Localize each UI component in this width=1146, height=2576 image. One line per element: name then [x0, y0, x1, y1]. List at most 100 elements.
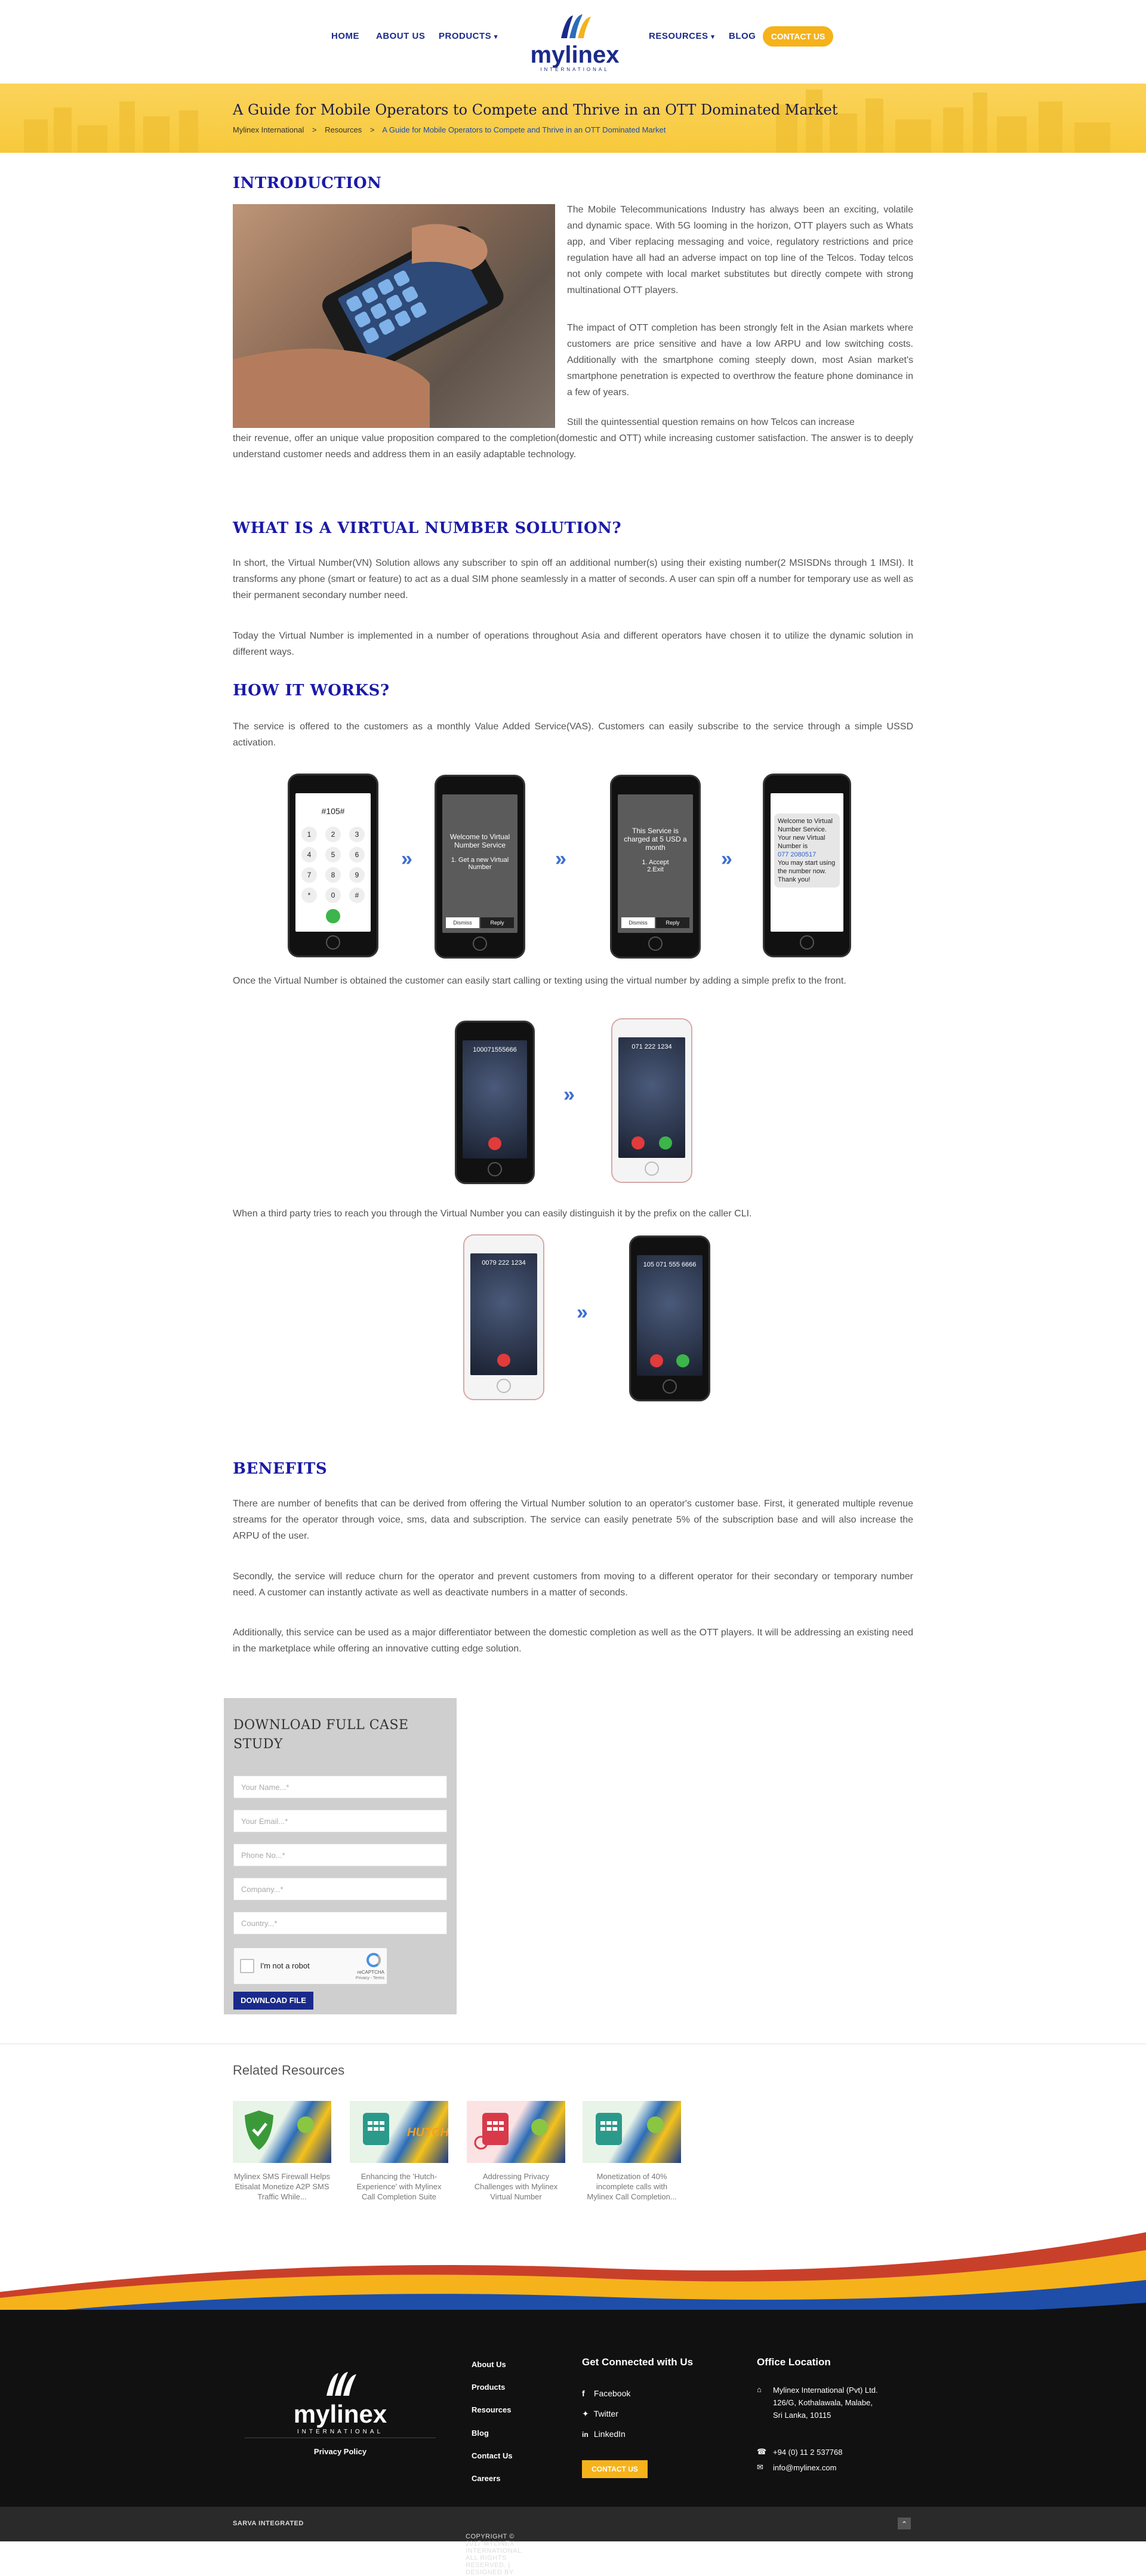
footer-contact-button[interactable]: CONTACT US — [582, 2460, 648, 2478]
reply-button[interactable]: Reply — [656, 917, 689, 928]
dial-key[interactable]: 2 — [325, 827, 341, 842]
dialer-screen: #105# 1 2 3 4 5 6 7 8 9 * 0 # — [295, 793, 371, 932]
dial-key[interactable]: 5 — [325, 847, 341, 862]
footer-link-careers[interactable]: Careers — [472, 2474, 500, 2483]
related-caption: Monetization of 40% incomplete calls wit… — [587, 2172, 677, 2201]
sms-virtual-number: 077 2080517 — [778, 851, 817, 858]
related-card[interactable]: Monetization of 40% incomplete calls wit… — [583, 2101, 681, 2202]
nav-home[interactable]: HOME — [331, 31, 359, 41]
recaptcha-terms[interactable]: Privacy - Terms — [356, 1976, 384, 1980]
dismiss-button[interactable]: Dismiss — [446, 917, 479, 928]
end-call-icon[interactable] — [488, 1137, 501, 1150]
ussd-actions: Dismiss Reply — [446, 917, 514, 928]
call-number: 105 071 555 6666 — [643, 1261, 697, 1268]
phone-ussd-welcome: Welcome to Virtual Number Service 1. Get… — [435, 775, 525, 959]
office-heading: Office Location — [757, 2356, 831, 2368]
dial-key[interactable]: 9 — [349, 867, 365, 883]
social-twitter[interactable]: ✦ Twitter — [582, 2409, 618, 2419]
home-icon: ⌂ — [757, 2385, 762, 2394]
nav-resources[interactable]: RESOURCES ▾ — [649, 31, 714, 41]
facebook-icon: f — [582, 2389, 585, 2398]
office-phone[interactable]: +94 (0) 11 2 537768 — [773, 2446, 843, 2458]
office-address: Mylinex International (Pvt) Ltd. 126/G, … — [773, 2386, 878, 2420]
related-resources-heading: Related Resources — [233, 2063, 345, 2078]
privacy-policy-link[interactable]: Privacy Policy — [245, 2447, 436, 2456]
dial-key[interactable]: 6 — [349, 847, 365, 862]
email-field[interactable]: Your Email...* — [233, 1810, 447, 1832]
copyright-text: COPYRIGHT © 2017 MYLINEX INTERNATIONAL. … — [233, 2520, 524, 2576]
how-paragraph-1: The service is offered to the customers … — [233, 722, 913, 748]
footer-logo[interactable]: mylinex INTERNATIONAL — [245, 2368, 436, 2435]
ussd-message: Welcome to Virtual Number Service — [449, 833, 510, 849]
related-thumbnail — [583, 2101, 681, 2163]
dial-key[interactable]: 8 — [325, 867, 341, 883]
ussd-message: This Service is charged at 5 USD a month — [624, 827, 687, 852]
phone-field[interactable]: Phone No...* — [233, 1844, 447, 1866]
nav-about[interactable]: ABOUT US — [376, 31, 425, 41]
nav-blog[interactable]: BLOG — [729, 31, 756, 41]
how-paragraph-3: When a third party tries to reach you th… — [233, 1209, 752, 1219]
accept-call-icon[interactable] — [676, 1354, 689, 1367]
related-thumbnail — [233, 2101, 331, 2163]
ussd-screen: This Service is charged at 5 USD a month… — [618, 794, 693, 933]
dial-key[interactable]: 0 — [325, 888, 341, 903]
footer-logo-subtext: INTERNATIONAL — [297, 2429, 384, 2435]
dismiss-button[interactable]: Dismiss — [621, 917, 655, 928]
site-logo[interactable]: mylinex INTERNATIONAL — [530, 8, 620, 72]
related-caption: Mylinex SMS Firewall Helps Etisalat Mone… — [233, 2172, 331, 2201]
dial-key[interactable]: 1 — [301, 827, 317, 842]
phone-sms-confirmation: Welcome to Virtual Number Service. Your … — [763, 774, 851, 957]
form-title: DOWNLOAD FULL CASE STUDY — [233, 1718, 409, 1752]
breadcrumb-resources[interactable]: Resources — [325, 125, 362, 134]
footer-link-blog[interactable]: Blog — [472, 2429, 489, 2438]
dial-key[interactable]: # — [349, 888, 365, 903]
vn-paragraph-2: Today the Virtual Number is implemented … — [233, 631, 913, 657]
logo-wordmark: mylinex — [530, 42, 620, 68]
designer-link[interactable]: SARVA INTEGRATED — [233, 2520, 304, 2527]
site-footer — [0, 2232, 1146, 2541]
chevron-right-icon: » — [555, 848, 566, 870]
end-call-icon[interactable] — [497, 1354, 510, 1367]
shield-icon — [245, 2110, 314, 2150]
download-file-button[interactable]: DOWNLOAD FILE — [233, 1992, 313, 2010]
sms-text: Welcome to Virtual Number Service. Your … — [778, 818, 833, 850]
social-linkedin[interactable]: in LinkedIn — [582, 2429, 626, 2439]
ussd-screen: Welcome to Virtual Number Service 1. Get… — [442, 794, 517, 933]
home-button — [497, 1379, 511, 1393]
related-card[interactable]: Mylinex SMS Firewall Helps Etisalat Mone… — [233, 2101, 331, 2202]
scroll-top-icon[interactable]: ⌃ — [898, 2518, 911, 2529]
office-email[interactable]: info@mylinex.com — [773, 2461, 836, 2474]
accept-call-icon[interactable] — [659, 1136, 672, 1150]
footer-link-resources[interactable]: Resources — [472, 2405, 511, 2414]
recaptcha-widget: I'm not a robot reCAPTCHA Privacy - Term… — [233, 1948, 387, 1985]
company-field[interactable]: Company...* — [233, 1878, 447, 1900]
related-caption: Addressing Privacy Challenges with Mylin… — [474, 2172, 558, 2201]
nav-products[interactable]: PRODUCTS ▾ — [439, 31, 498, 41]
breadcrumb-home[interactable]: Mylinex International — [233, 125, 304, 134]
footer-link-contact[interactable]: Contact Us — [472, 2451, 513, 2460]
reply-button[interactable]: Reply — [480, 917, 514, 928]
home-button — [473, 936, 487, 951]
footer-link-about[interactable]: About Us — [472, 2360, 506, 2369]
phone-icon: ☎ — [757, 2447, 767, 2456]
decline-call-icon[interactable] — [631, 1136, 645, 1150]
name-field[interactable]: Your Name...* — [233, 1776, 447, 1798]
city-skyline-graphic — [24, 90, 1110, 153]
chevron-right-icon: » — [401, 848, 412, 870]
country-field[interactable]: Country...* — [233, 1912, 447, 1934]
social-facebook[interactable]: f Facebook — [582, 2389, 630, 2398]
dial-key[interactable]: 3 — [349, 827, 365, 842]
related-card[interactable]: Addressing Privacy Challenges with Mylin… — [467, 2101, 565, 2202]
dial-key[interactable]: 4 — [301, 847, 317, 862]
breadcrumb: Mylinex International > Resources > A Gu… — [233, 125, 671, 134]
contact-us-button[interactable]: CONTACT US — [763, 26, 833, 47]
dial-key[interactable]: * — [301, 888, 317, 903]
decline-call-icon[interactable] — [650, 1354, 663, 1367]
call-screen: 105 071 555 6666 — [637, 1255, 703, 1376]
dial-key[interactable]: 7 — [301, 867, 317, 883]
related-card[interactable]: HUTCH Enhancing the 'Hutch-Experience' w… — [350, 2101, 448, 2202]
footer-link-products[interactable]: Products — [472, 2383, 505, 2392]
home-button — [326, 935, 340, 950]
call-button-icon[interactable] — [326, 909, 340, 923]
recaptcha-checkbox[interactable] — [240, 1959, 254, 1973]
